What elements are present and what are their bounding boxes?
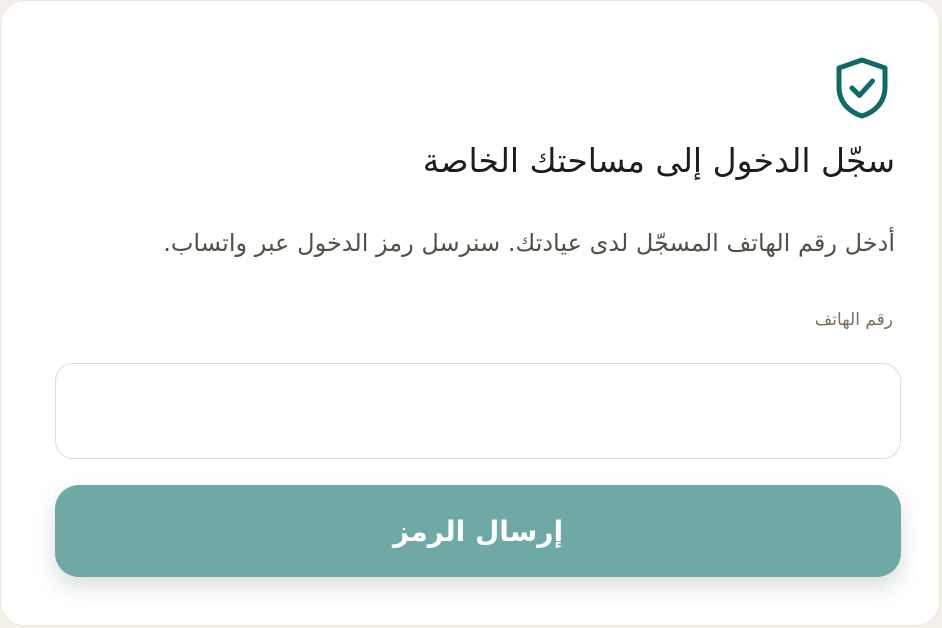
phone-input[interactable] (55, 363, 901, 459)
instruction-text: أدخل رقم الهاتف المسجّل لدى عيادتك. سنرس… (163, 229, 895, 257)
page-title: سجّل الدخول إلى مساحتك الخاصة (422, 141, 895, 180)
phone-label: رقم الهاتف (814, 310, 893, 330)
send-code-button[interactable]: إرسال الرمز (55, 485, 901, 577)
login-card: سجّل الدخول إلى مساحتك الخاصة أدخل رقم ا… (0, 0, 940, 626)
shield-check-icon (836, 57, 888, 119)
